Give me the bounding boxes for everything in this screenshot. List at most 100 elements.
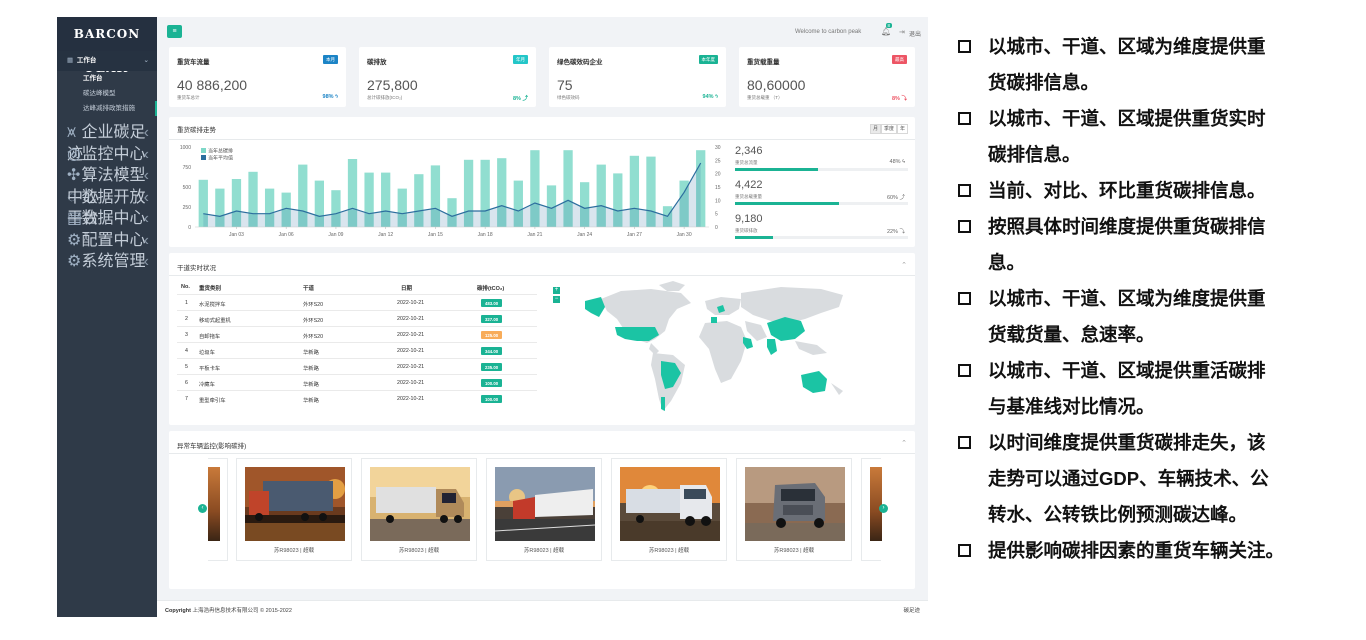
- puzzle-icon: ✣: [67, 167, 81, 184]
- note-line: 碳排信息。: [988, 144, 1081, 165]
- sidebar-subitem-peak-policy[interactable]: 达峰减排政策措施: [57, 101, 157, 116]
- table-row[interactable]: 5 平板卡车 华新路 2022-10-21 235.00: [177, 358, 537, 374]
- x-tick-label: Jan 30: [677, 232, 692, 238]
- vehicle-card-partial[interactable]: [208, 458, 228, 561]
- collapse-icon[interactable]: ⌃: [901, 439, 907, 447]
- table-row[interactable]: 4 垃圾车 华新路 2022-10-21 344.00: [177, 342, 537, 358]
- sidebar: BARCON PEAK ▦ 工作台 ⌄ 工作台 碳达峰模型 达峰减排政策措施 ⩙…: [57, 17, 157, 617]
- legend-swatch: [201, 155, 206, 160]
- chevron-left-icon: ‹: [143, 188, 149, 206]
- emission-badge: 483.00: [481, 299, 503, 307]
- tab-month[interactable]: 月: [870, 124, 881, 134]
- world-map[interactable]: [581, 279, 871, 424]
- map-zoom-out-button[interactable]: −: [553, 296, 560, 303]
- chevron-left-icon: ‹: [143, 231, 149, 249]
- checkbox-icon: [958, 436, 971, 449]
- logout-link[interactable]: 退出: [909, 29, 921, 38]
- date: 2022-10-21: [397, 396, 425, 402]
- sidebar-item-enterprise-footprint[interactable]: ⩙ 企业碳足迹 ‹: [57, 122, 157, 163]
- y-tick-label-left: 500: [183, 185, 192, 191]
- line-area: [203, 163, 701, 227]
- emission-badge: 327.00: [481, 315, 503, 323]
- legend-label: 当年平均值: [208, 155, 233, 162]
- table-row[interactable]: 7 重型牵引车 华新路 2022-10-21 100.00: [177, 390, 537, 406]
- vehicle-card[interactable]: 苏R98023 | 超载: [486, 458, 602, 561]
- sidebar-item-label: 系统管理: [81, 253, 146, 270]
- panel-title: 异常车辆监控(影响碳排): [177, 443, 247, 450]
- divider: [169, 275, 915, 276]
- sidebar-item-open-data-platform[interactable]: ◌ 数据开放平台 ‹: [57, 187, 157, 228]
- note-item: 当前、对比、环比重货碳排信息。: [956, 173, 1356, 209]
- column-header: 重货类别: [199, 286, 222, 292]
- chevron-left-icon: ‹: [143, 253, 149, 270]
- note-line: 以城市、干道、区域提供重货实时: [988, 108, 1266, 129]
- table-row[interactable]: 1 水泥搅拌车 外环S20 2022-10-21 483.00: [177, 294, 537, 310]
- sidebar-item-data-center[interactable]: ▤ 数据中心 ‹: [57, 208, 157, 230]
- table-row[interactable]: 2 移动式起重机 外环S20 2022-10-21 327.00: [177, 310, 537, 326]
- welcome-text: Welcome to carbon peak: [795, 29, 862, 35]
- chevron-down-icon: ⌄: [143, 57, 149, 64]
- note-item: 以城市、干道、区域为维度提供重 货载货量、怠速率。: [956, 281, 1356, 353]
- collapse-icon[interactable]: ⌃: [901, 261, 907, 269]
- truck-photo: [208, 467, 220, 541]
- sidebar-item-algorithm-center[interactable]: ✣ 算法模型中心 ‹: [57, 165, 157, 206]
- note-item: 以城市、干道、区域为维度提供重 货碳排信息。: [956, 29, 1356, 101]
- table-row[interactable]: 6 冷藏车 华新路 2022-10-21 100.00: [177, 374, 537, 390]
- truck-photo: [620, 467, 720, 541]
- sidebar-item-monitor-center[interactable]: ◎ 监控中心 ‹: [57, 144, 157, 166]
- sidebar-item-system-admin[interactable]: ⚙ 系统管理 ‹: [57, 251, 157, 273]
- stat-subtitle: 总计碳排放(tCO₂): [367, 95, 403, 100]
- gears-icon: ⚙: [67, 253, 82, 270]
- logout-icon[interactable]: ⇥: [899, 28, 905, 36]
- stat-value: 80,60000: [747, 77, 806, 93]
- road-name: 外环S20: [303, 318, 324, 324]
- stat-period-badge: 本月: [323, 55, 338, 64]
- bell-icon[interactable]: 🔔︎: [881, 27, 891, 36]
- vehicle-card[interactable]: 苏R98023 | 超载: [236, 458, 352, 561]
- note-item: 提供影响碳排因素的重货车辆关注。: [956, 533, 1356, 569]
- trend-icon: ⤴: [899, 195, 905, 201]
- road-name: 华新路: [303, 350, 319, 356]
- x-tick-label: Jan 12: [378, 232, 393, 238]
- kpi-progress-fill: [735, 168, 819, 171]
- vehicle-card[interactable]: 苏R98023 | 超载: [361, 458, 477, 561]
- y-tick-label-left: 250: [183, 205, 192, 211]
- vehicle-card[interactable]: 苏R98023 | 超载: [611, 458, 727, 561]
- kpi-progress-bar: [735, 202, 908, 205]
- date: 2022-10-21: [397, 364, 425, 370]
- y-tick-label-left: 750: [183, 165, 192, 171]
- date: 2022-10-21: [397, 348, 425, 354]
- kpi-label: 重货碳排放: [735, 228, 758, 233]
- tab-quarter[interactable]: 季度: [881, 124, 897, 134]
- y-tick-label-right: 0: [715, 225, 718, 231]
- sidebar-subitem-carbon-peak-model[interactable]: 碳达峰模型: [57, 86, 157, 101]
- chevron-left-icon: ‹: [143, 124, 149, 141]
- x-tick-label: Jan 21: [527, 232, 542, 238]
- table-row[interactable]: 3 自卸拖车 外环S20 2022-10-21 125.00: [177, 326, 537, 342]
- vehicle-card[interactable]: 苏R98023 | 超载: [736, 458, 852, 561]
- bolt-icon: ϟ: [715, 94, 718, 100]
- row-number: 4: [185, 348, 188, 354]
- tab-year[interactable]: 年: [897, 124, 908, 134]
- carousel-next-button[interactable]: ›: [879, 504, 888, 513]
- kpi-progress-bar: [735, 168, 908, 171]
- y-tick-label-left: 1000: [180, 145, 191, 151]
- stat-title: 重货车流量: [177, 59, 210, 66]
- settings-icon: ⚙: [67, 231, 82, 249]
- menu-toggle-button[interactable]: ≡: [167, 25, 182, 38]
- carousel-prev-button[interactable]: ‹: [198, 504, 207, 513]
- trend-down-icon: ⤵: [901, 96, 907, 102]
- vehicle-card-partial[interactable]: [861, 458, 882, 561]
- vehicle-caption: 苏R98023 | 超载: [773, 548, 815, 554]
- kpi-progress-fill: [735, 202, 839, 205]
- truck-type: 冷藏车: [199, 382, 215, 388]
- map-zoom-in-button[interactable]: +: [553, 287, 560, 294]
- chevron-left-icon: ‹: [143, 145, 149, 163]
- kpi-percent: 22% ⤵: [886, 229, 905, 235]
- sidebar-item-config-center[interactable]: ⚙ 配置中心 ‹: [57, 230, 157, 252]
- stat-period-badge: 年月: [513, 55, 528, 64]
- sidebar-item-workbench[interactable]: ▦ 工作台 ⌄: [57, 51, 157, 71]
- note-line: 提供影响碳排因素的重货车辆关注。: [988, 540, 1285, 561]
- trend-icon: ⤴: [522, 96, 528, 102]
- footer: Copyright 上海浩冉信息技术有限公司 © 2015-2022 碳足迹: [157, 600, 928, 617]
